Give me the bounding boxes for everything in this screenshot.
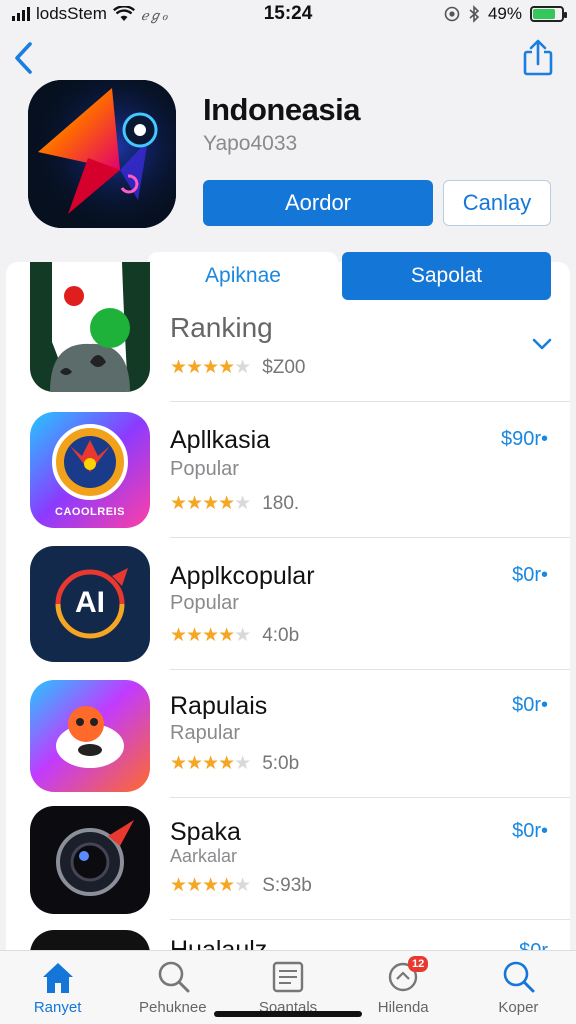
activity-icon: ℯℊℴ — [140, 7, 168, 23]
rating-count: 180. — [262, 492, 300, 514]
app-category: Aarkalar — [170, 846, 238, 866]
signal-icon — [12, 7, 30, 21]
battery-icon — [530, 6, 567, 22]
app-icon-label: CAOOLREIS — [55, 506, 125, 518]
app-row-icon — [30, 930, 150, 950]
app-subtitle: Yapo4033 — [203, 132, 298, 155]
tab-label: Pehuknee — [139, 999, 207, 1016]
app-name: Ranking — [170, 312, 273, 343]
rating-count: $Z00 — [262, 356, 306, 378]
carrier-name: lodsStem — [36, 4, 107, 23]
app-row-icon: AI — [30, 546, 150, 662]
app-row-icon — [30, 806, 150, 914]
bluetooth-icon — [469, 5, 480, 23]
wifi-icon — [112, 6, 135, 21]
price-button[interactable]: $0r• — [512, 564, 548, 587]
search-icon — [158, 961, 190, 993]
cancel-button[interactable]: Canlay — [443, 180, 551, 226]
app-name: Apllkasia — [170, 426, 271, 454]
chevron-down-icon[interactable] — [528, 330, 556, 358]
search-icon — [504, 961, 535, 993]
chevron-left-icon — [15, 42, 32, 74]
get-button[interactable]: Aordor — [203, 180, 433, 226]
tab-notifications[interactable]: Hilenda — [346, 951, 461, 1024]
price-button[interactable]: $0r• — [512, 694, 548, 717]
rating-stars: ★★★★ ★ 4:0b — [170, 624, 300, 647]
tab-label: Koper — [498, 999, 539, 1016]
list-item[interactable]: Rapulais Rapular ★★★★ ★ 5:0b $0r• — [6, 670, 570, 798]
rating-count: 5:0b — [262, 752, 300, 774]
price-button[interactable]: $90r• — [501, 428, 548, 451]
rating-stars: ★★★★ ★ S:93b — [170, 874, 312, 897]
status-bar: lodsStem ℯℊℴ 15:24 49% — [0, 0, 576, 28]
app-name: Hualaulz — [170, 936, 268, 950]
list-item[interactable]: Ranking ★★★★ ★ $Z00 — [6, 262, 570, 402]
app-name: Rapulais — [170, 692, 268, 720]
share-icon — [523, 39, 553, 76]
app-row-icon: CAOOLREIS — [30, 412, 150, 528]
app-title: Indoneasia — [203, 92, 360, 127]
app-category: Popular — [170, 458, 239, 480]
tab-explore[interactable]: Koper — [461, 951, 576, 1024]
back-button[interactable] — [10, 38, 38, 78]
app-row-icon — [30, 680, 150, 792]
rating-stars: ★★★★ ★ 5:0b — [170, 752, 300, 775]
app-name: Applkcopular — [170, 562, 315, 590]
notification-badge: 12 — [408, 956, 429, 972]
tab-home[interactable]: Ranyet — [0, 951, 115, 1024]
rating-count: S:93b — [262, 874, 312, 896]
app-icon-label: AI — [75, 586, 105, 619]
app-row-icon — [30, 262, 150, 392]
rating-stars: ★★★★ ★ 180. — [170, 492, 300, 515]
battery-percent: 49% — [487, 4, 522, 23]
tab-label: Hilenda — [377, 999, 429, 1016]
document-icon — [272, 961, 304, 993]
rating-stars: ★★★★ ★ $Z00 — [170, 356, 306, 379]
app-category: Popular — [170, 592, 239, 614]
location-icon — [444, 6, 460, 22]
tab-label: Ranyet — [33, 999, 82, 1016]
app-name: Spaka — [170, 818, 241, 846]
list-item[interactable]: Hualaulz $0r — [6, 920, 570, 950]
app-category: Rapular — [170, 722, 241, 744]
app-icon — [28, 80, 176, 228]
rating-count: 4:0b — [262, 624, 300, 646]
price-button[interactable]: $0r• — [512, 820, 548, 843]
price-button[interactable]: $0r — [519, 940, 548, 950]
home-indicator — [214, 1011, 362, 1017]
list-item[interactable]: Spaka Aarkalar ★★★★ ★ S:93b $0r• — [6, 798, 570, 920]
home-icon — [42, 963, 73, 993]
list-item[interactable]: CAOOLREIS Apllkasia Popular ★★★★ ★ 180. $… — [6, 402, 570, 538]
list-item[interactable]: AI Applkcopular Popular ★★★★ ★ 4:0b $0r• — [6, 538, 570, 670]
share-button[interactable] — [522, 38, 554, 78]
